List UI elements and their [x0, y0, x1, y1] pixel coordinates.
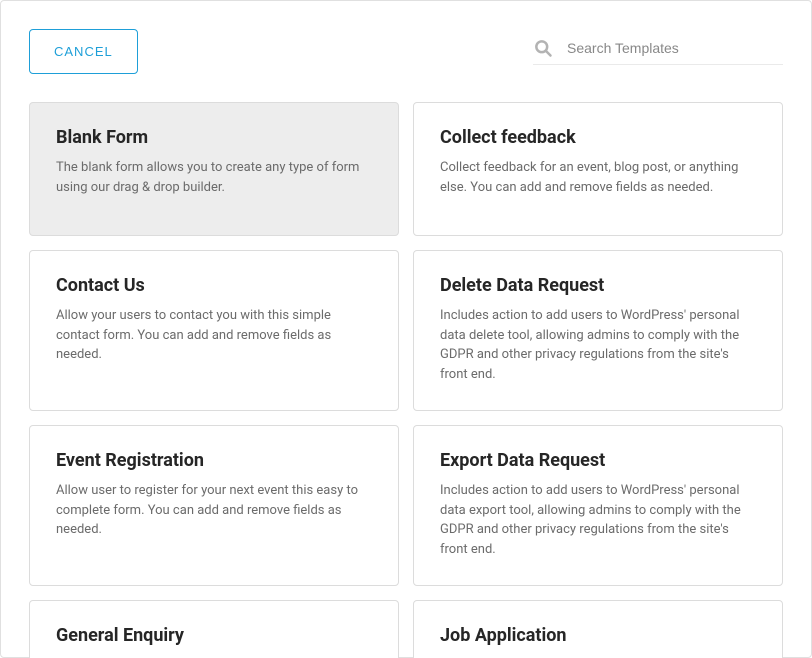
search-field[interactable]: [533, 38, 783, 65]
template-card-title: Event Registration: [56, 450, 372, 471]
template-card-title: Export Data Request: [440, 450, 756, 471]
template-card-description: Allow user to register for your next eve…: [56, 481, 372, 540]
template-card-title: Contact Us: [56, 275, 372, 296]
template-card-title: Blank Form: [56, 127, 372, 148]
template-card-title: Job Application: [440, 625, 756, 646]
template-picker-panel: CANCEL Blank Form The blank form allows y…: [0, 0, 812, 658]
template-card[interactable]: Event Registration Allow user to register…: [29, 425, 399, 586]
template-card-description: Includes action to add users to WordPres…: [440, 481, 756, 559]
template-card[interactable]: Delete Data Request Includes action to ad…: [413, 250, 783, 411]
template-card[interactable]: General Enquiry: [29, 600, 399, 658]
search-icon: [533, 38, 553, 58]
template-card-description: Includes action to add users to WordPres…: [440, 306, 756, 384]
template-card[interactable]: Job Application: [413, 600, 783, 658]
template-card-description: Collect feedback for an event, blog post…: [440, 158, 756, 197]
template-card-description: The blank form allows you to create any …: [56, 158, 372, 197]
template-card[interactable]: Blank Form The blank form allows you to c…: [29, 102, 399, 236]
search-input[interactable]: [567, 40, 783, 56]
template-card[interactable]: Collect feedback Collect feedback for an …: [413, 102, 783, 236]
header-row: CANCEL: [29, 29, 783, 74]
template-card-title: Collect feedback: [440, 127, 756, 148]
template-card-title: Delete Data Request: [440, 275, 756, 296]
cancel-button[interactable]: CANCEL: [29, 29, 138, 74]
templates-grid: Blank Form The blank form allows you to c…: [29, 102, 783, 658]
template-card-title: General Enquiry: [56, 625, 372, 646]
template-card[interactable]: Export Data Request Includes action to ad…: [413, 425, 783, 586]
template-card[interactable]: Contact Us Allow your users to contact yo…: [29, 250, 399, 411]
template-card-description: Allow your users to contact you with thi…: [56, 306, 372, 365]
